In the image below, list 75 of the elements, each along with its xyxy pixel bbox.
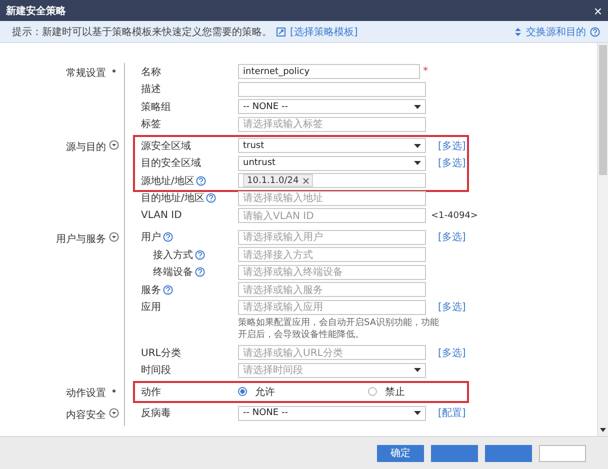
- tip-text: 提示：新建时可以基于策略模板来快速定义您需要的策略。: [12, 26, 272, 38]
- radio-button[interactable]: [238, 387, 247, 396]
- scrollbar-thumb[interactable]: [599, 45, 607, 175]
- dialog-button[interactable]: [485, 444, 532, 462]
- field-label: VLAN ID: [141, 210, 182, 222]
- remove-icon: [302, 178, 309, 184]
- input-field[interactable]: 请选择或输入用户: [238, 230, 426, 245]
- dropdown[interactable]: untrust: [238, 156, 426, 171]
- field-label: 动作: [141, 386, 161, 399]
- address-tag: 10.1.1.0/24: [243, 174, 313, 188]
- hint-text: 策略如果配置应用，会自动开启SA识别功能，功能开启后，会导致设备性能降低。: [238, 318, 440, 341]
- field-label: 时间段: [141, 364, 171, 378]
- window-title: 新建安全策略: [6, 4, 67, 18]
- dropdown[interactable]: -- NONE --: [238, 99, 426, 114]
- tag-input-field[interactable]: 10.1.1.0/24: [238, 173, 426, 188]
- section-label: 源与目的: [66, 140, 106, 154]
- field-label: 源地址/地区: [141, 174, 194, 188]
- caret-icon: [414, 411, 421, 416]
- multi-select-link[interactable]: [多选]: [438, 230, 466, 244]
- help-icon: [590, 26, 600, 36]
- field-label: 终端设备: [153, 266, 193, 280]
- input-field[interactable]: internet_policy: [238, 64, 420, 80]
- dropdown[interactable]: trust: [238, 138, 426, 154]
- scroll-down-icon: [600, 428, 606, 432]
- section-label: 常规设置: [66, 66, 106, 80]
- input-field[interactable]: [238, 82, 426, 97]
- multi-select-link[interactable]: [多选]: [438, 346, 466, 360]
- field-label: 目的地址/地区: [141, 192, 204, 206]
- field-label: URL分类: [141, 346, 181, 360]
- dropdown[interactable]: 请选择时间段: [238, 362, 426, 378]
- swap-link[interactable]: 交换源和目的: [526, 24, 586, 38]
- multi-select-link[interactable]: [多选]: [438, 156, 466, 170]
- scrollbar[interactable]: [597, 43, 608, 436]
- multi-select-link[interactable]: [多选]: [438, 138, 466, 153]
- input-field[interactable]: 请选择或输入终端设备: [238, 264, 426, 280]
- radio-label[interactable]: 禁止: [385, 384, 405, 399]
- input-field[interactable]: 请选择接入方式: [238, 247, 426, 262]
- section-label: 用户与服务: [56, 232, 106, 246]
- caret-icon: [414, 368, 421, 372]
- field-label: 接入方式: [153, 248, 193, 262]
- multi-select-link[interactable]: [多选]: [438, 300, 466, 314]
- field-label: 目的安全区域: [141, 156, 201, 170]
- field-label: 源安全区域: [141, 140, 191, 153]
- input-field[interactable]: 请选择或输入服务: [238, 282, 426, 298]
- section-label: 动作设置: [66, 386, 106, 400]
- dialog-button[interactable]: [539, 444, 586, 462]
- required-mark: *: [423, 66, 428, 78]
- dialog-button[interactable]: 确定: [377, 444, 424, 462]
- caret-icon: [414, 144, 421, 148]
- input-field[interactable]: 请选择或输入地址: [238, 190, 426, 206]
- field-label: 名称: [141, 66, 161, 79]
- radio-button[interactable]: [368, 387, 377, 396]
- caret-icon: [414, 104, 421, 109]
- radio-label[interactable]: 允许: [255, 384, 275, 399]
- field-label: 应用: [141, 300, 161, 314]
- dialog-button[interactable]: [431, 444, 478, 462]
- input-field[interactable]: 请选择或输入标签: [238, 116, 426, 132]
- swap-icon: [514, 26, 522, 36]
- field-label: 服务: [141, 284, 161, 297]
- range-hint: <1-4094>: [431, 210, 478, 221]
- field-label: 标签: [141, 118, 161, 132]
- close-button[interactable]: ×: [594, 4, 602, 18]
- multi-select-link[interactable]: [配置]: [438, 406, 466, 420]
- field-label: 反病毒: [141, 406, 171, 420]
- section-label: 内容安全: [66, 408, 106, 422]
- dropdown[interactable]: -- NONE --: [238, 406, 426, 421]
- template-link[interactable]: [选择策略模板]: [290, 24, 358, 38]
- template-icon: [276, 26, 286, 36]
- input-field[interactable]: 请选择或输入URL分类: [238, 345, 426, 360]
- field-label: 用户: [141, 230, 161, 244]
- input-field[interactable]: 请选择或输入应用: [238, 300, 426, 315]
- input-field[interactable]: 请输入VLAN ID: [238, 208, 426, 224]
- field-label: 描述: [141, 82, 161, 96]
- caret-icon: [414, 161, 421, 166]
- field-label: 策略组: [141, 100, 171, 114]
